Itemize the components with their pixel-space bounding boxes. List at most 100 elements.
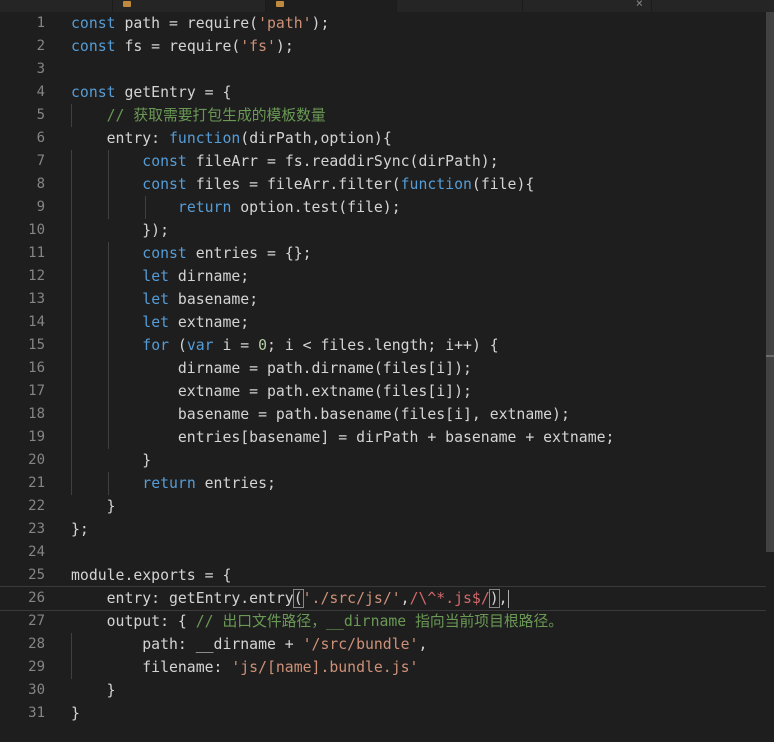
line-number: 20 xyxy=(28,452,45,468)
line-number-gutter: 1 2 3 4 5 6 7 8 9 10 11 12 13 14 15 16 17 18 19 20 21 22 23 24 2… xyxy=(0,12,56,725)
code-token: entries; xyxy=(195,475,276,492)
indent-guide xyxy=(71,196,72,219)
code-line[interactable]: for (var i = 0; i < files.length; i++) { xyxy=(71,334,766,357)
indent-guide xyxy=(108,403,109,426)
code-token: ); xyxy=(311,15,330,32)
code-token: } xyxy=(71,682,116,699)
code-line[interactable]: }; xyxy=(71,518,766,541)
code-token: basename = path.basename(files[i], extna… xyxy=(71,406,570,423)
code-token: basename; xyxy=(169,291,259,308)
scrollbar-thumb[interactable] xyxy=(766,12,774,552)
indent-guide xyxy=(108,357,109,380)
indent-guide xyxy=(71,311,72,334)
code-line[interactable] xyxy=(71,541,766,564)
code-line[interactable]: output: { // 出口文件路径，__dirname 指向当前项目根路径。 xyxy=(71,610,766,633)
code-token: module.exports = { xyxy=(71,567,232,584)
code-editor[interactable]: × 1 2 3 4 5 6 7 8 9 10 11 12 13 14 15 16 17 18 19 20 21 22 23 2… xyxy=(0,0,774,742)
code-line[interactable]: const fs = require('fs'); xyxy=(71,35,766,58)
code-line[interactable]: // 获取需要打包生成的模板数量 xyxy=(71,104,766,127)
code-line[interactable]: entries[basename] = dirPath + basename +… xyxy=(71,426,766,449)
line-number: 13 xyxy=(28,291,45,307)
code-token: entries = {}; xyxy=(186,245,312,262)
code-line[interactable]: entry: getEntry.entry('./src/js/',/\^*.j… xyxy=(0,586,767,611)
indent-guide xyxy=(71,288,72,311)
code-line[interactable]: }); xyxy=(71,219,766,242)
code-token: extname; xyxy=(169,314,250,331)
code-line[interactable]: entry: function(dirPath,option){ xyxy=(71,127,766,150)
code-token: entry: getEntry.entry xyxy=(71,590,294,607)
line-number: 15 xyxy=(28,337,45,353)
code-line[interactable]: const path = require('path'); xyxy=(71,12,766,35)
indent-guide xyxy=(71,219,72,242)
code-token: const xyxy=(71,84,116,101)
indent-guide xyxy=(108,150,109,173)
code-line[interactable]: filename: 'js/[name].bundle.js' xyxy=(71,656,766,679)
line-number: 4 xyxy=(36,84,45,100)
line-number: 17 xyxy=(28,383,45,399)
line-number: 16 xyxy=(28,360,45,376)
indent-guide xyxy=(71,633,72,656)
tab-file-1[interactable] xyxy=(0,0,113,12)
indent-guide xyxy=(108,242,109,265)
code-lines[interactable]: const path = require('path'); const fs = … xyxy=(0,12,767,725)
tab-file-3-active[interactable] xyxy=(266,0,397,12)
code-token: i = xyxy=(213,337,259,354)
code-token: }; xyxy=(71,521,89,538)
line-number: 24 xyxy=(28,544,45,560)
code-line[interactable]: dirname = path.dirname(files[i]); xyxy=(71,357,766,380)
line-number: 22 xyxy=(28,498,45,514)
code-line[interactable]: const fileArr = fs.readdirSync(dirPath); xyxy=(71,150,766,173)
code-line[interactable]: let extname; xyxy=(71,311,766,334)
indent-guide xyxy=(71,173,72,196)
tab-file-2[interactable] xyxy=(113,0,266,12)
code-line[interactable]: let dirname; xyxy=(71,265,766,288)
indent-guide xyxy=(108,173,109,196)
code-line[interactable] xyxy=(71,58,766,81)
indent-guide xyxy=(71,150,72,173)
text-cursor xyxy=(507,590,509,608)
indent-guide xyxy=(71,426,72,449)
code-line[interactable]: } xyxy=(71,702,766,725)
code-line[interactable]: const getEntry = { xyxy=(71,81,766,104)
vertical-scrollbar[interactable] xyxy=(766,12,774,742)
indent-guide xyxy=(71,380,72,403)
code-token: , xyxy=(498,590,508,607)
code-line[interactable]: } xyxy=(71,495,766,518)
code-line[interactable]: } xyxy=(71,679,766,702)
code-line[interactable]: const files = fileArr.filter(function(fi… xyxy=(71,173,766,196)
line-number: 2 xyxy=(36,38,45,54)
tab-bar: × xyxy=(0,0,774,12)
code-token: (dirPath,option){ xyxy=(240,130,392,147)
code-line[interactable]: module.exports = { xyxy=(71,564,766,587)
code-line[interactable]: let basename; xyxy=(71,288,766,311)
code-line[interactable]: const entries = {}; xyxy=(71,242,766,265)
line-number: 8 xyxy=(36,176,45,192)
code-token: ( xyxy=(292,589,304,608)
indent-guide xyxy=(108,380,109,403)
tab-file-4[interactable] xyxy=(397,0,523,12)
code-line[interactable]: path: __dirname + '/src/bundle', xyxy=(71,633,766,656)
close-icon[interactable]: × xyxy=(636,0,643,9)
code-token: for xyxy=(142,337,170,354)
code-token: const xyxy=(142,153,187,170)
code-token: dirname = path.dirname(files[i]); xyxy=(71,360,472,377)
code-line[interactable]: } xyxy=(71,449,766,472)
code-line[interactable]: return entries; xyxy=(71,472,766,495)
code-token: function xyxy=(169,130,241,147)
code-token: const xyxy=(142,245,187,262)
code-token: ( xyxy=(169,337,187,354)
tab-file-5[interactable]: × xyxy=(523,0,652,12)
code-token: entries[basename] = dirPath + basename +… xyxy=(71,429,615,446)
line-number: 5 xyxy=(36,107,45,123)
code-line[interactable]: extname = path.extname(files[i]); xyxy=(71,380,766,403)
code-area[interactable]: 1 2 3 4 5 6 7 8 9 10 11 12 13 14 15 16 17 18 19 20 21 22 23 24 2… xyxy=(0,12,767,742)
code-line[interactable]: return option.test(file); xyxy=(71,196,766,219)
indent-guide xyxy=(145,196,146,219)
line-number: 9 xyxy=(36,199,45,215)
code-line[interactable]: basename = path.basename(files[i], extna… xyxy=(71,403,766,426)
line-number: 27 xyxy=(28,613,45,629)
